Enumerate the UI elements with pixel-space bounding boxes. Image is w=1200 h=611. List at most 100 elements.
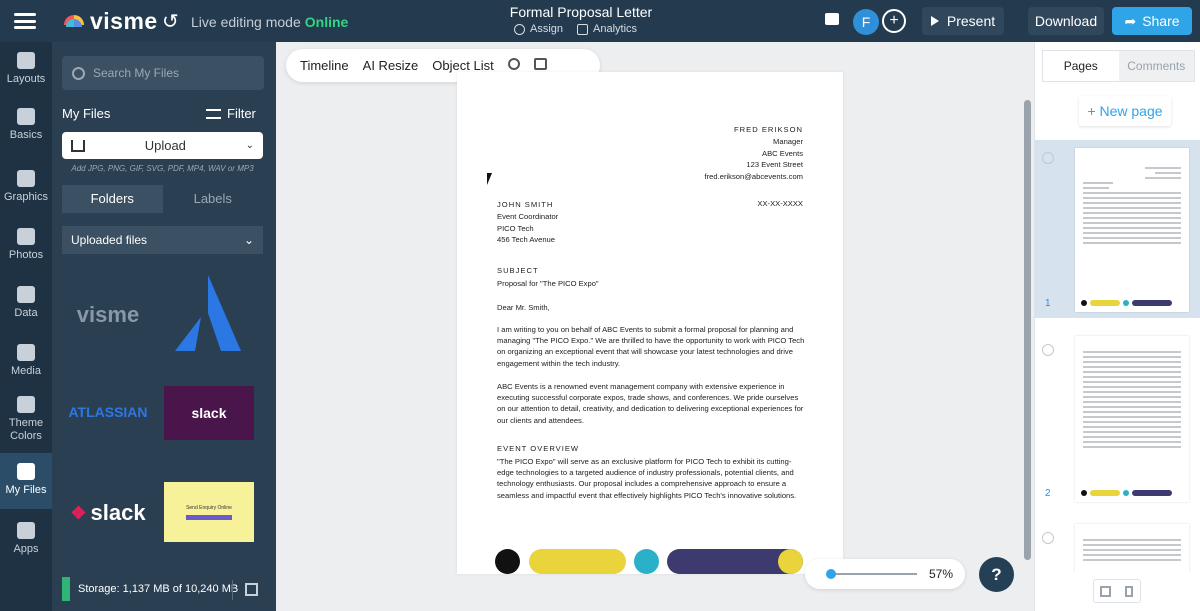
page-options-icon[interactable] (1042, 532, 1054, 544)
canvas-scrollbar[interactable] (1024, 100, 1031, 560)
file-thumb-slack-dark[interactable]: slack (164, 386, 254, 440)
subject-heading[interactable]: SUBJECT (497, 264, 599, 277)
subject-text[interactable]: Proposal for "The PICO Expo" (497, 277, 599, 290)
zoom-slider-handle[interactable] (826, 569, 836, 579)
rail-item-theme-colors[interactable]: Theme Colors (0, 396, 52, 443)
storage-bar (62, 577, 70, 601)
layouts-icon (17, 52, 35, 69)
grid-view-button[interactable] (1094, 580, 1117, 602)
uploaded-files-dropdown[interactable]: Uploaded files ⌄ (62, 226, 263, 254)
share-button[interactable]: ➦ Share (1112, 7, 1192, 35)
overview-heading[interactable]: EVENT OVERVIEW (497, 443, 805, 454)
recipient-phone[interactable]: XX-XX-XXXX (757, 199, 803, 208)
shape-yellow-circle[interactable] (778, 549, 803, 574)
scan-icon[interactable] (533, 58, 547, 73)
tab-labels[interactable]: Labels (163, 185, 264, 213)
rail-label: Basics (9, 129, 43, 141)
filter-button[interactable]: Filter (206, 106, 256, 121)
search-input[interactable]: Search My Files (62, 56, 264, 90)
subject-block: SUBJECT Proposal for "The PICO Expo" (497, 264, 599, 290)
decorative-shapes[interactable] (495, 549, 805, 574)
uploaded-files-label: Uploaded files (71, 233, 148, 247)
avatar[interactable]: F (853, 9, 879, 35)
present-button[interactable]: Present (922, 7, 1004, 35)
thumb-shapes (1081, 300, 1172, 306)
page-options-icon[interactable] (1042, 344, 1054, 356)
search-placeholder: Search My Files (93, 66, 180, 80)
chevron-down-icon[interactable]: ⌄ (246, 140, 254, 151)
tab-comments[interactable]: Comments (1118, 51, 1194, 81)
page-thumb-3[interactable] (1075, 524, 1189, 572)
pages-tabs: Pages Comments (1042, 50, 1195, 82)
page-thumb-row-3[interactable] (1035, 520, 1200, 572)
file-thumb-atlassian-mark[interactable] (162, 272, 254, 354)
recipient-block: JOHN SMITH Event Coordinator PICO Tech 4… (497, 199, 558, 246)
file-thumb-atlassian[interactable]: ATLASSIAN (62, 384, 154, 440)
palette-icon (17, 396, 35, 413)
new-page-button[interactable]: + New page (1079, 96, 1171, 126)
recipient-address[interactable]: 456 Tech Avenue (497, 234, 558, 246)
upload-button[interactable]: Upload ⌄ (62, 132, 263, 159)
recipient-company[interactable]: PICO Tech (497, 223, 558, 235)
storage-text: Storage: 1,137 MB of 10,240 MB (78, 583, 239, 595)
file-thumb-visme[interactable]: visme (62, 275, 154, 355)
zoom-slider-track[interactable] (827, 573, 917, 575)
sender-company[interactable]: ABC Events (705, 148, 803, 160)
chat-icon[interactable] (825, 13, 839, 25)
page-options-icon[interactable] (1042, 152, 1054, 164)
list-view-button[interactable] (1117, 580, 1140, 602)
supported-formats: Add JPG, PNG, GIF, SVG, PDF, MP4, WAV or… (71, 164, 254, 173)
assign-button[interactable]: Assign (514, 23, 563, 35)
greeting[interactable]: Dear Mr. Smith, (497, 302, 805, 313)
rail-item-apps[interactable]: Apps (0, 522, 52, 555)
object-list-button[interactable]: Object List (432, 58, 493, 73)
upload-label: Upload (144, 138, 186, 153)
sender-address[interactable]: 123 Event Street (705, 159, 803, 171)
download-button[interactable]: Download (1028, 7, 1104, 35)
rail-item-photos[interactable]: Photos (0, 228, 52, 261)
page-number: 2 (1045, 488, 1051, 499)
sender-block: FRED ERIKSON Manager ABC Events 123 Even… (705, 124, 803, 183)
shape-yellow-pill[interactable] (529, 549, 626, 574)
settings-gear-icon[interactable] (507, 58, 520, 73)
page-thumb-row-2[interactable]: 2 (1035, 332, 1200, 506)
rail-item-basics[interactable]: Basics (0, 108, 52, 141)
page-thumb-row-1[interactable]: 1 (1035, 140, 1200, 318)
sender-name[interactable]: FRED ERIKSON (705, 124, 803, 136)
recipient-name[interactable]: JOHN SMITH (497, 199, 558, 211)
rail-item-data[interactable]: Data (0, 286, 52, 319)
analytics-icon (577, 23, 589, 35)
shape-black-circle[interactable] (495, 549, 520, 574)
sender-title[interactable]: Manager (705, 136, 803, 148)
help-button[interactable]: ? (979, 557, 1014, 592)
shape-teal-circle[interactable] (634, 549, 659, 574)
sender-email[interactable]: fred.erikson@abcevents.com (705, 171, 803, 183)
zoom-value[interactable]: 57% (929, 567, 953, 581)
apps-icon (17, 522, 35, 539)
top-bar: visme ↺ Live editing mode Online Formal P… (0, 0, 1200, 42)
page-thumb-1[interactable] (1075, 148, 1189, 312)
add-collaborator-icon[interactable]: + (882, 9, 906, 33)
paragraph-3[interactable]: "The PICO Expo" will serve as an exclusi… (497, 456, 805, 501)
rail-item-layouts[interactable]: Layouts (0, 52, 52, 85)
grid-view-icon[interactable] (245, 583, 258, 596)
analytics-button[interactable]: Analytics (577, 23, 637, 35)
rail-item-graphics[interactable]: Graphics (0, 170, 52, 203)
rail-item-my-files[interactable]: My Files (0, 453, 52, 509)
rail-label: Media (11, 365, 41, 377)
timeline-button[interactable]: Timeline (300, 58, 349, 73)
chevron-down-icon: ⌄ (243, 233, 254, 247)
data-icon (17, 286, 35, 303)
tab-pages[interactable]: Pages (1043, 51, 1119, 81)
page-thumb-2[interactable] (1075, 336, 1189, 502)
letter-page[interactable]: FRED ERIKSON Manager ABC Events 123 Even… (457, 72, 843, 574)
paragraph-1[interactable]: I am writing to you on behalf of ABC Eve… (497, 324, 805, 369)
zoom-control: 57% (805, 559, 965, 589)
tab-folders[interactable]: Folders (62, 185, 163, 213)
ai-resize-button[interactable]: AI Resize (363, 58, 419, 73)
rail-item-media[interactable]: Media (0, 344, 52, 377)
paragraph-2[interactable]: ABC Events is a renowned event managemen… (497, 381, 805, 426)
file-thumb-email-form[interactable]: Send Enquiry Online (164, 482, 254, 542)
file-thumb-slack[interactable]: ❖ slack (62, 487, 154, 539)
recipient-title[interactable]: Event Coordinator (497, 211, 558, 223)
